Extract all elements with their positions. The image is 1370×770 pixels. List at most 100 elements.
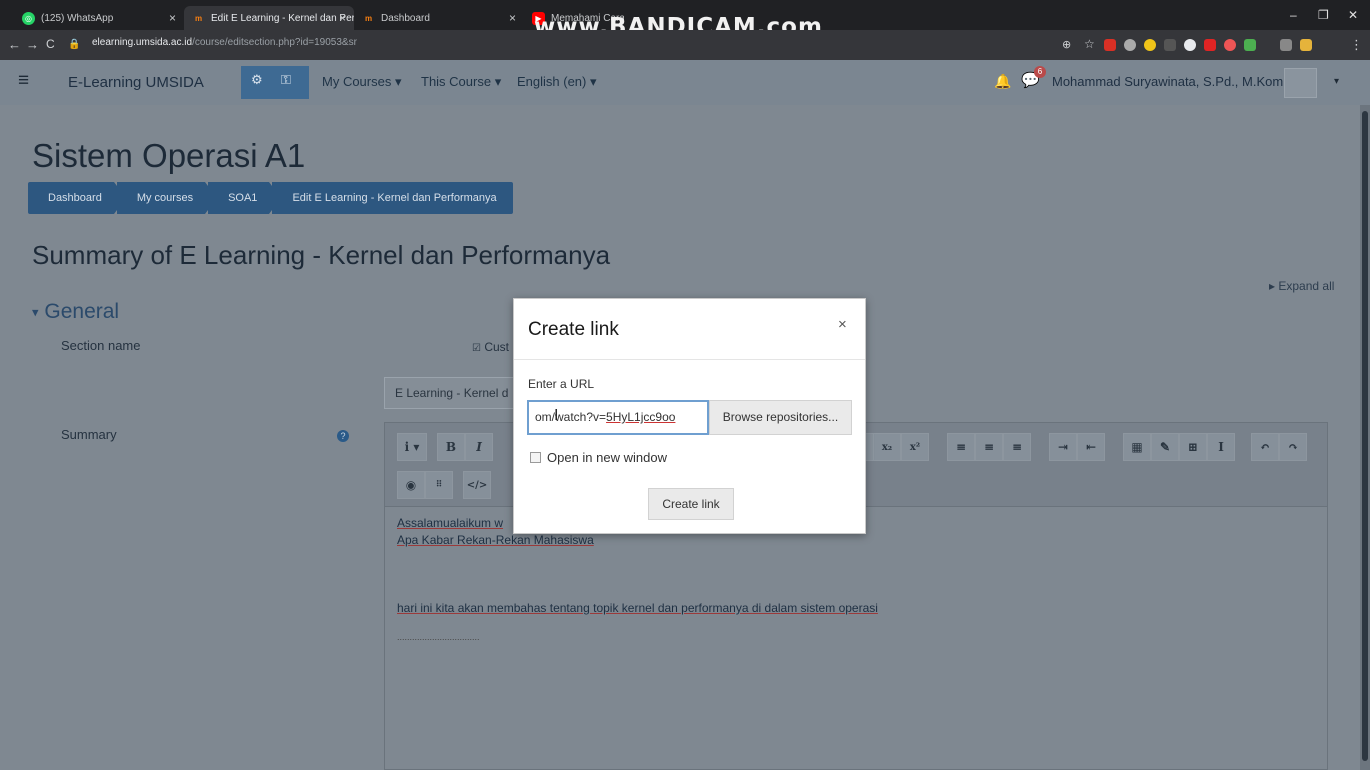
general-section-toggle[interactable]: ▾ General <box>32 300 119 324</box>
reload-icon[interactable]: C <box>46 37 55 51</box>
subscript-button[interactable]: x₂ <box>873 433 901 461</box>
extension-icon[interactable] <box>1184 39 1196 51</box>
accessibility-button[interactable]: ◉ <box>397 471 425 499</box>
edit-tools: ⚙ ⚿ <box>241 66 309 99</box>
summary-label: Summary <box>61 427 117 442</box>
table-button[interactable]: ⊞ <box>1179 433 1207 461</box>
extension-icon[interactable] <box>1224 39 1236 51</box>
clear-format-button[interactable]: I <box>1207 433 1235 461</box>
summary-heading: Summary of E Learning - Kernel dan Perfo… <box>32 240 611 270</box>
bold-button[interactable]: B <box>437 433 465 461</box>
undo-button[interactable]: ↶ <box>1251 433 1279 461</box>
align-left-button[interactable]: ≡ <box>947 433 975 461</box>
extension-icon[interactable] <box>1104 39 1116 51</box>
avatar[interactable] <box>1284 68 1317 98</box>
section-name-label: Section name <box>61 338 141 353</box>
scrollbar-thumb[interactable] <box>1362 111 1368 761</box>
extension-icon[interactable] <box>1164 39 1176 51</box>
expand-all-link[interactable]: ▸ Expand all <box>1269 279 1334 293</box>
hamburger-icon[interactable]: ≡ <box>18 70 29 92</box>
site-brand[interactable]: E-Learning UMSIDA <box>68 74 204 91</box>
scrollbar[interactable] <box>1360 105 1370 770</box>
tab-whatsapp[interactable]: ◎ (125) WhatsApp × <box>14 6 184 30</box>
close-icon[interactable]: × <box>339 11 346 25</box>
forward-icon[interactable]: → <box>26 37 39 52</box>
dialog-title: Create link <box>528 319 619 340</box>
tab-title: Dashboard <box>381 12 430 24</box>
html-button[interactable]: </> <box>463 471 491 499</box>
menu-my-courses[interactable]: My Courses ▾ <box>322 74 402 90</box>
cogs-icon[interactable]: ⚙ <box>251 72 263 88</box>
custom-checkbox[interactable]: ☑ Cust <box>472 340 509 354</box>
italic-button[interactable]: I <box>465 433 493 461</box>
create-link-button[interactable]: Create link <box>648 488 734 520</box>
key-icon[interactable]: ⚿ <box>281 72 291 88</box>
minimize-icon[interactable]: – <box>1290 8 1297 22</box>
extension-icon[interactable] <box>1144 39 1156 51</box>
breadcrumb-my-courses[interactable]: My courses <box>116 182 218 214</box>
user-name[interactable]: Mohammad Suryawinata, S.Pd., M.Kom <box>1052 74 1283 89</box>
menu-dots-icon[interactable]: ⋮ <box>1350 37 1363 53</box>
close-icon[interactable]: × <box>169 11 176 25</box>
chevron-down-icon[interactable]: ▾ <box>1334 76 1339 87</box>
tab-title: Edit E Learning - Kernel dan Perfo <box>211 12 354 24</box>
moodle-icon: m <box>364 13 373 23</box>
menu-language[interactable]: English (en) ▾ <box>517 74 597 90</box>
screenreader-button[interactable]: ⠿ <box>425 471 453 499</box>
browser-tab-bar: ◎ (125) WhatsApp × m Edit E Learning - K… <box>0 0 1370 40</box>
tab-title: (125) WhatsApp <box>41 12 114 24</box>
outdent-button[interactable]: ⇤ <box>1077 433 1105 461</box>
extension-icon[interactable] <box>1204 39 1216 51</box>
window-close-icon[interactable]: ✕ <box>1348 8 1358 22</box>
tab-edit-elearning[interactable]: m Edit E Learning - Kernel dan Perfo × <box>184 6 354 30</box>
back-icon[interactable]: ← <box>8 37 21 52</box>
content-line: ................................. <box>397 632 480 642</box>
close-icon[interactable]: × <box>838 316 847 333</box>
info-style-button[interactable]: i ▾ <box>397 433 427 461</box>
dialog-header: Create link × <box>514 299 865 360</box>
align-right-button[interactable]: ≡ <box>1003 433 1031 461</box>
url-field[interactable]: elearning.umsida.ac.id/course/editsectio… <box>92 37 357 48</box>
new-window-label[interactable]: Open in new window <box>547 450 667 465</box>
new-window-checkbox[interactable] <box>530 452 541 463</box>
close-icon[interactable]: × <box>509 11 516 25</box>
breadcrumb-dashboard[interactable]: Dashboard <box>28 182 126 214</box>
content-line: hari ini kita akan membahas tentang topi… <box>397 601 878 615</box>
page-title: Sistem Operasi A1 <box>32 137 306 174</box>
create-link-dialog: Create link × Enter a URL om/watch?v=5Hy… <box>513 298 866 534</box>
breadcrumb-current[interactable]: Edit E Learning - Kernel dan Performanya <box>272 182 513 214</box>
lock-icon: 🔒 <box>68 39 81 50</box>
superscript-button[interactable]: x² <box>901 433 929 461</box>
notification-badge: 6 <box>1034 66 1046 78</box>
whatsapp-icon: ◎ <box>22 11 35 25</box>
restore-icon[interactable]: ❐ <box>1318 8 1329 22</box>
help-icon[interactable]: ? <box>337 430 349 442</box>
section-name-input[interactable]: E Learning - Kernel d <box>384 377 524 409</box>
tab-dashboard[interactable]: m Dashboard × <box>354 6 524 30</box>
breadcrumb-course[interactable]: SOA1 <box>208 182 282 214</box>
url-host: elearning.umsida.ac.id <box>92 37 193 48</box>
moodle-icon: m <box>194 13 203 23</box>
extension-icon[interactable] <box>1244 39 1256 51</box>
indent-button[interactable]: ⇥ <box>1049 433 1077 461</box>
bell-icon[interactable]: 🔔 <box>994 73 1011 90</box>
site-navbar: ≡ E-Learning UMSIDA ⚙ ⚿ My Courses ▾ Thi… <box>0 60 1370 105</box>
zoom-icon[interactable]: ⊕ <box>1062 38 1071 51</box>
text-cursor-icon: I <box>554 407 559 424</box>
edit-button[interactable]: ✎ <box>1151 433 1179 461</box>
url-label: Enter a URL <box>528 377 595 391</box>
extension-icon[interactable] <box>1300 39 1312 51</box>
align-center-button[interactable]: ≡ <box>975 433 1003 461</box>
menu-this-course[interactable]: This Course ▾ <box>421 74 501 90</box>
browse-repositories-button[interactable]: Browse repositories... <box>709 400 852 435</box>
extension-icon[interactable] <box>1280 39 1292 51</box>
breadcrumb: Dashboard My courses SOA1 Edit E Learnin… <box>28 182 516 214</box>
equation-button[interactable]: ▦ <box>1123 433 1151 461</box>
star-icon[interactable]: ☆ <box>1084 37 1095 51</box>
address-bar: ← → C 🔒 elearning.umsida.ac.id/course/ed… <box>0 30 1370 60</box>
extension-icon[interactable] <box>1124 39 1136 51</box>
screen: ◎ (125) WhatsApp × m Edit E Learning - K… <box>0 0 1370 770</box>
editor-content[interactable]: Assalamualaikum w Apa Kabar Rekan-Rekan … <box>397 515 878 646</box>
content-line: Apa Kabar Rekan-Rekan Mahasiswa <box>397 533 594 547</box>
redo-button[interactable]: ↷ <box>1279 433 1307 461</box>
